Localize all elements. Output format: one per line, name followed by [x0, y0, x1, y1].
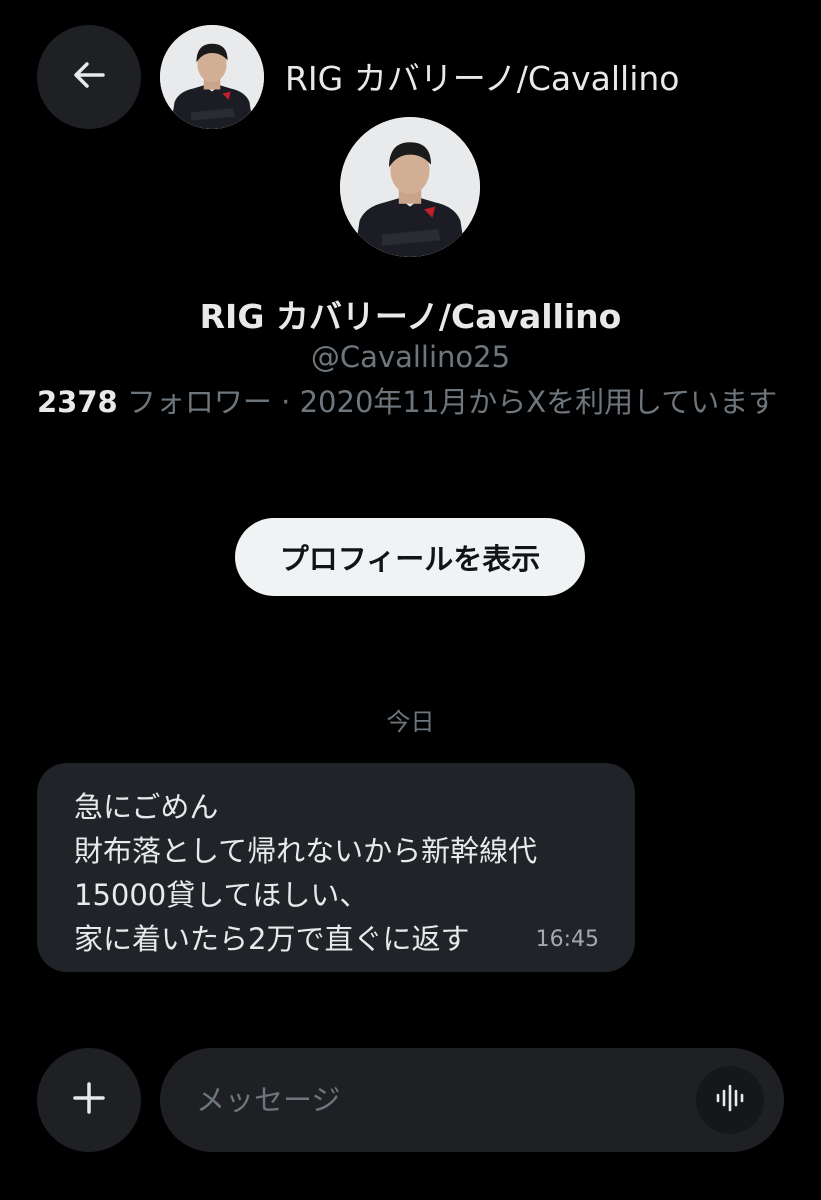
voice-message-button[interactable]: [696, 1066, 764, 1134]
header-avatar[interactable]: [160, 25, 264, 129]
user-avatar-icon: [340, 117, 480, 257]
date-separator: 今日: [386, 708, 435, 736]
message-line: 15000貸してほしい、: [74, 878, 369, 912]
message-line: 財布落として帰れないから新幹線代: [74, 834, 538, 868]
profile-meta: 2378 フォロワー · 2020年11月からXを利用しています: [37, 380, 782, 424]
plus-icon: [69, 1078, 109, 1122]
message-composer: [160, 1048, 784, 1152]
profile-name: RIG カバリーノ/Cavallino: [199, 297, 622, 336]
message-timestamp: 16:45: [535, 927, 599, 952]
message-bubble[interactable]: 急にごめん 財布落として帰れないから新幹線代 15000貸してほしい、 家に着い…: [37, 763, 635, 972]
message-line: 急にごめん: [74, 790, 219, 824]
user-avatar-icon: [160, 25, 264, 129]
profile-handle: @Cavallino25: [310, 340, 511, 374]
profile-meta-text: フォロワー · 2020年11月からXを利用しています: [117, 385, 778, 419]
add-attachment-button[interactable]: [37, 1048, 141, 1152]
followers-count: 2378: [37, 385, 118, 419]
back-button[interactable]: [37, 25, 141, 129]
message-line: 家に着いたら2万で直ぐに返す: [74, 922, 470, 956]
message-input[interactable]: [196, 1078, 666, 1122]
voice-waveform-icon: [713, 1081, 747, 1119]
arrow-left-icon: [69, 55, 109, 99]
header-title: RIG カバリーノ/Cavallino: [285, 59, 680, 98]
view-profile-button[interactable]: プロフィールを表示: [235, 518, 585, 596]
profile-avatar[interactable]: [340, 117, 480, 257]
